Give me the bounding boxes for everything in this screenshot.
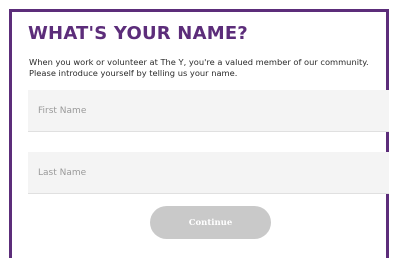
form-title: WHAT'S YOUR NAME?: [28, 23, 248, 44]
name-form-card: WHAT'S YOUR NAME? When you work or volun…: [9, 9, 389, 258]
continue-button[interactable]: Continue: [150, 206, 271, 239]
last-name-field[interactable]: [28, 152, 389, 194]
form-intro-text: When you work or volunteer at The Y, you…: [29, 57, 369, 78]
first-name-field[interactable]: [28, 90, 389, 132]
